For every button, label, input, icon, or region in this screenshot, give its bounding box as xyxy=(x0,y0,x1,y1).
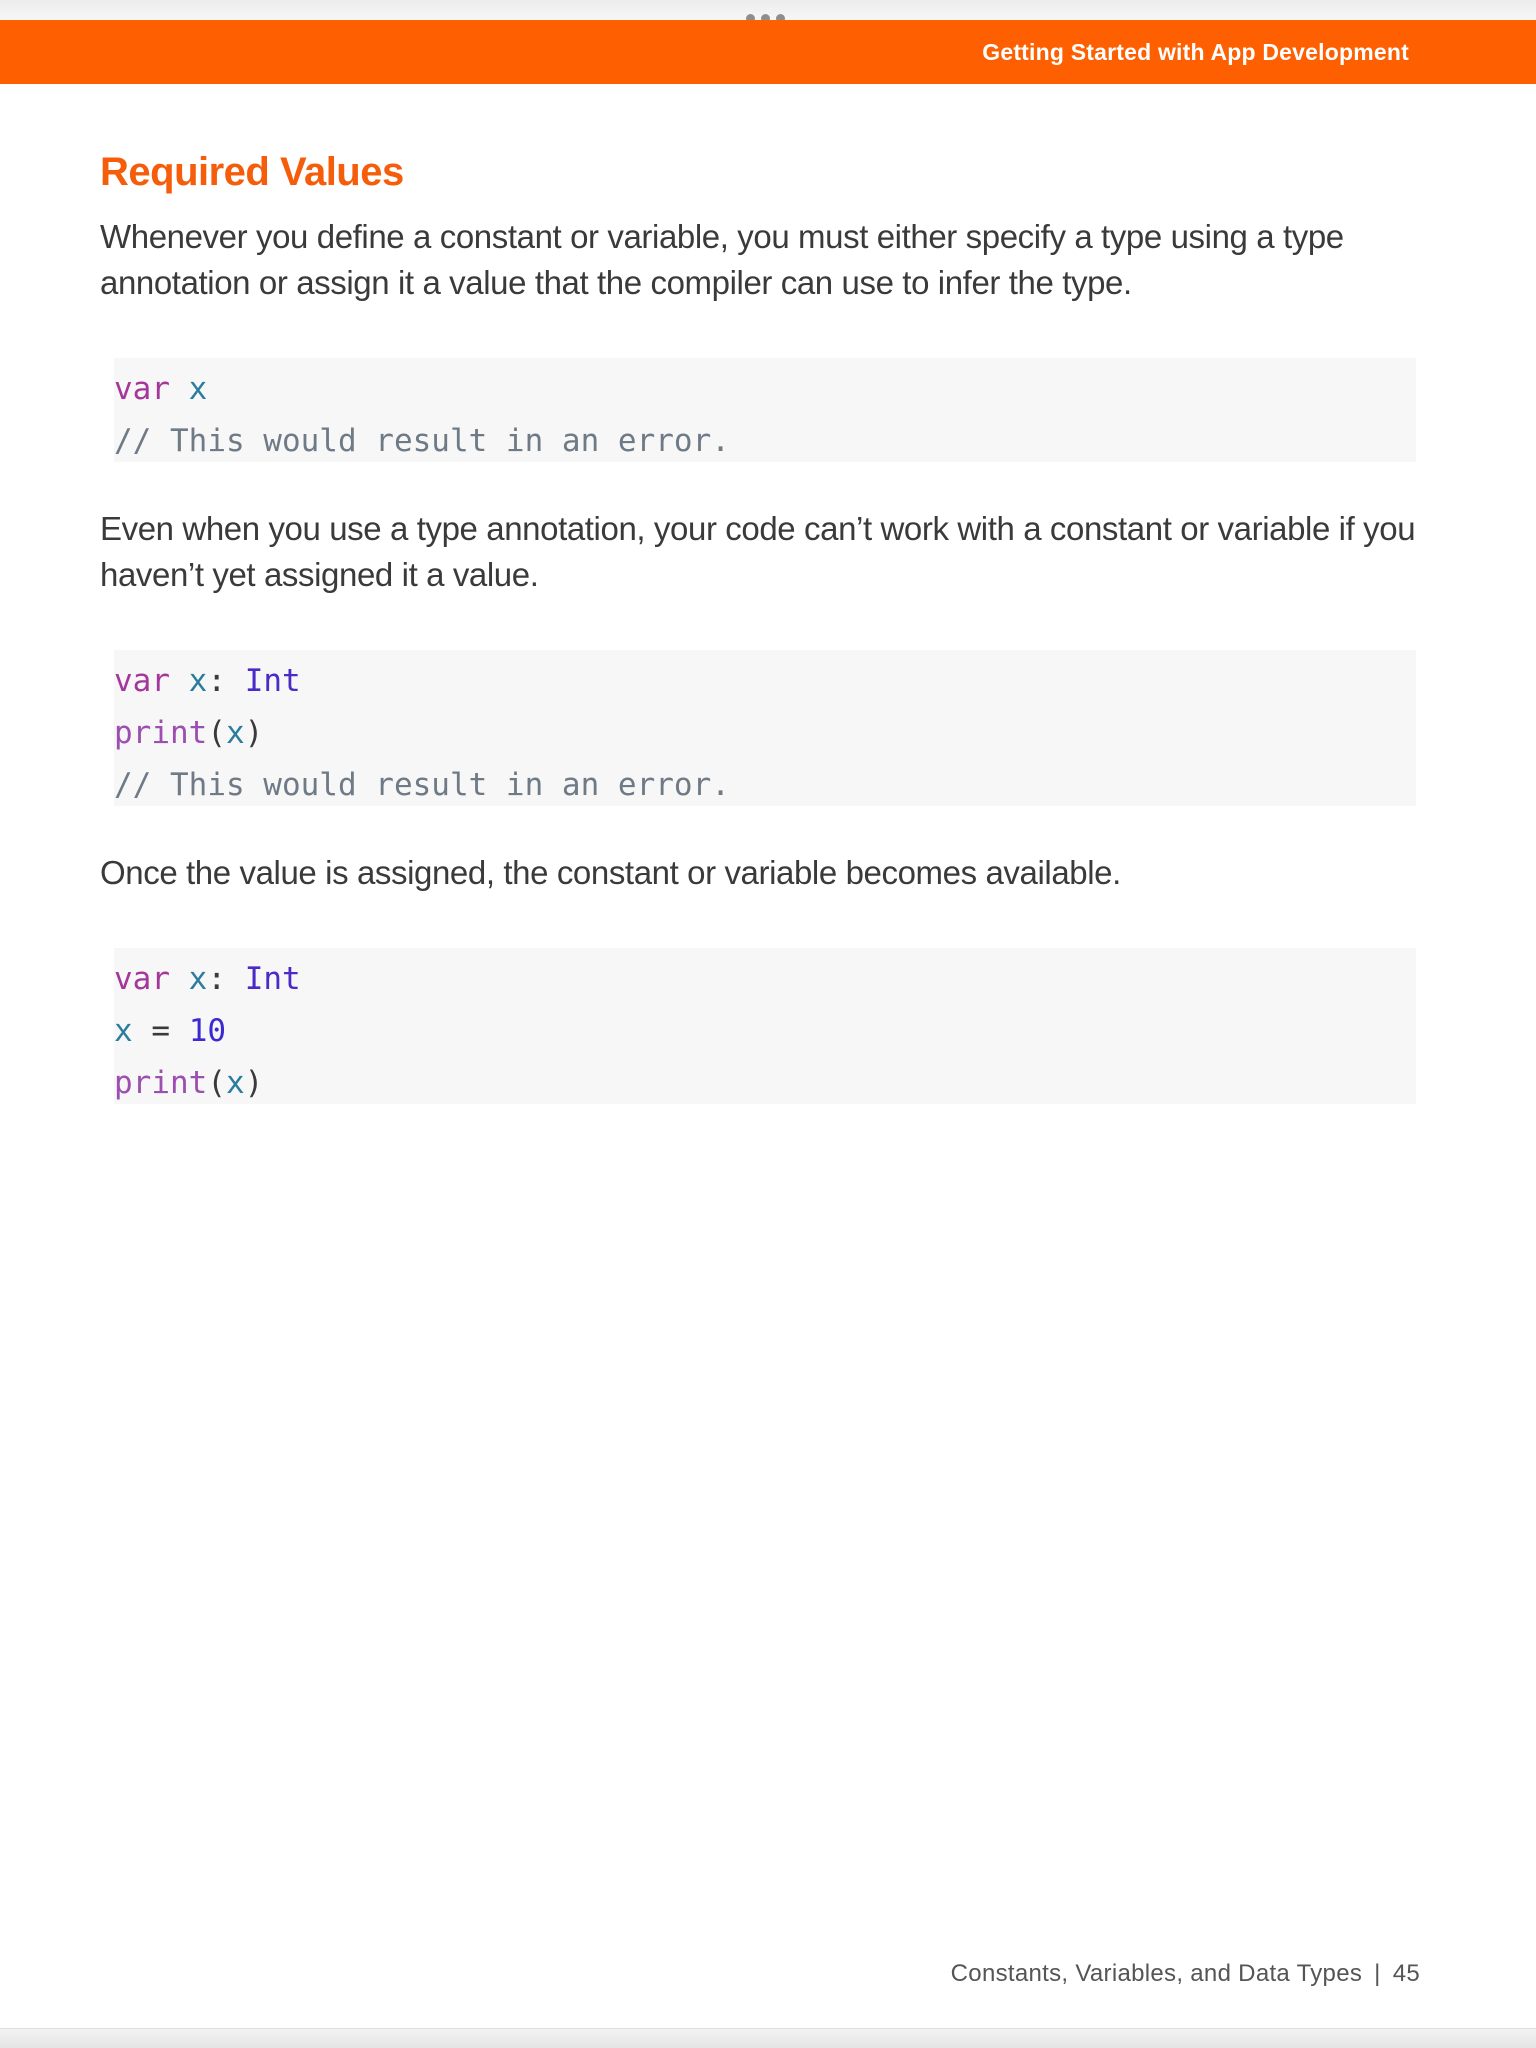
code-function: print xyxy=(114,715,208,751)
section-heading: Required Values xyxy=(100,150,404,194)
code-block-1: var x // This would result in an error. xyxy=(114,358,1416,462)
code-paren: ) xyxy=(244,1065,264,1101)
code-paren: ) xyxy=(244,715,264,751)
code-line: print(x) xyxy=(114,1057,1416,1109)
code-colon: : xyxy=(207,663,227,699)
code-line: x = 10 xyxy=(114,1005,1416,1057)
code-keyword: var xyxy=(114,663,170,699)
chapter-banner: Getting Started with App Development xyxy=(0,20,1536,84)
code-line: // This would result in an error. xyxy=(114,759,1416,811)
code-type: Int xyxy=(244,663,301,699)
paragraph-2: Even when you use a type annotation, you… xyxy=(100,510,1416,593)
code-block-3: var x: Int x = 10 print(x) xyxy=(114,948,1416,1104)
code-block-2: var x: Int print(x) // This would result… xyxy=(114,650,1416,806)
code-line: var x xyxy=(114,363,1416,415)
bottom-shade xyxy=(0,2028,1536,2048)
code-function: print xyxy=(114,1065,208,1101)
code-identifier: x xyxy=(188,663,208,699)
page-footer: Constants, Variables, and Data Types | 45 xyxy=(951,1960,1420,1988)
code-line: var x: Int xyxy=(114,655,1416,707)
page-content: Required Values Whenever you define a co… xyxy=(100,140,1420,306)
code-line: // This would result in an error. xyxy=(114,415,1416,467)
code-keyword: var xyxy=(114,961,170,997)
book-title: Getting Started with App Development xyxy=(982,39,1409,65)
paragraph-3: Once the value is assigned, the constant… xyxy=(100,854,1121,891)
code-number: 10 xyxy=(188,1013,227,1049)
code-type: Int xyxy=(244,961,301,997)
code-identifier: x xyxy=(188,961,208,997)
code-paren: ( xyxy=(207,715,226,751)
chapter-title: Constants, Variables, and Data Types xyxy=(950,1960,1363,1987)
code-identifier: x xyxy=(226,1065,245,1101)
code-identifier: x xyxy=(226,715,245,751)
code-paren: ( xyxy=(207,1065,226,1101)
page-number: 45 xyxy=(1392,1960,1420,1987)
code-line: var x: Int xyxy=(114,953,1416,1005)
footer-separator: | xyxy=(1374,1960,1381,1987)
code-operator: = xyxy=(151,1013,171,1049)
code-identifier: x xyxy=(188,371,208,407)
code-comment: // This would result in an error. xyxy=(114,423,730,459)
code-identifier: x xyxy=(114,1013,133,1049)
code-line: print(x) xyxy=(114,707,1416,759)
code-keyword: var xyxy=(114,371,170,407)
code-colon: : xyxy=(207,961,227,997)
code-comment: // This would result in an error. xyxy=(114,767,730,803)
paragraph-1: Whenever you define a constant or variab… xyxy=(100,218,1344,301)
